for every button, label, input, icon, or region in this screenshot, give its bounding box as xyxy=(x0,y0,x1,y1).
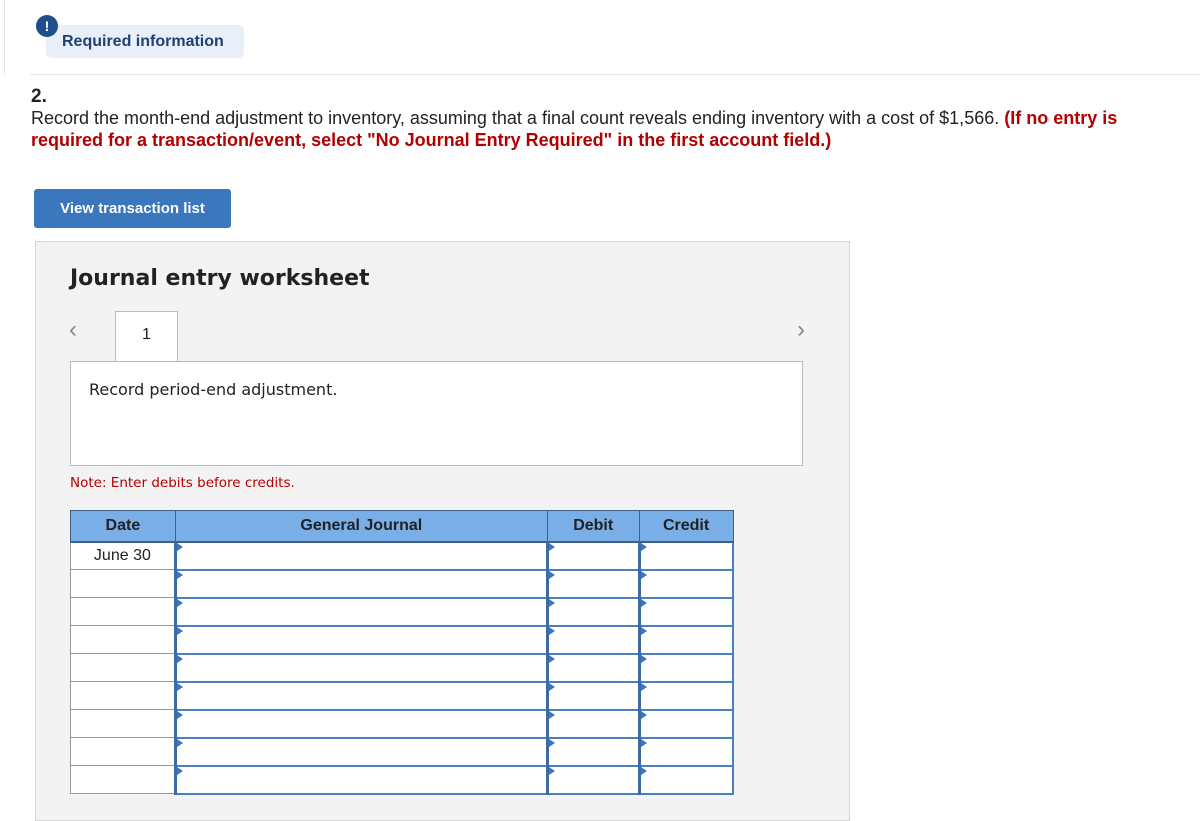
note-text: Note: Enter debits before credits. xyxy=(70,475,295,491)
table-row: June 30 xyxy=(70,540,734,571)
credit-input[interactable] xyxy=(637,764,734,795)
debit-input[interactable] xyxy=(545,568,641,599)
debit-input[interactable] xyxy=(545,540,641,571)
view-transaction-list-button[interactable]: View transaction list xyxy=(34,189,231,228)
date-cell: June 30 xyxy=(70,541,176,570)
account-input[interactable] xyxy=(173,568,549,599)
debit-input[interactable] xyxy=(545,596,641,627)
table-row xyxy=(70,624,734,655)
table-row xyxy=(70,680,734,711)
date-cell xyxy=(70,625,176,654)
credit-input[interactable] xyxy=(637,596,734,627)
debit-input[interactable] xyxy=(545,624,641,655)
column-header-general-journal: General Journal xyxy=(174,510,548,543)
column-header-debit: Debit xyxy=(546,510,640,543)
table-row xyxy=(70,652,734,683)
debit-input[interactable] xyxy=(545,708,641,739)
journal-entry-worksheet: Journal entry worksheet ‹ › 1 Record per… xyxy=(35,241,850,821)
date-cell xyxy=(70,681,176,710)
date-cell xyxy=(70,737,176,766)
account-input[interactable] xyxy=(173,736,549,767)
table-row xyxy=(70,596,734,627)
required-info-label: Required information xyxy=(46,25,244,58)
question-number: 2. xyxy=(31,86,47,107)
entry-description: Record period-end adjustment. xyxy=(70,361,803,466)
account-input[interactable] xyxy=(173,708,549,739)
table-row xyxy=(70,568,734,599)
account-input[interactable] xyxy=(173,652,549,683)
account-input[interactable] xyxy=(173,624,549,655)
credit-input[interactable] xyxy=(637,680,734,711)
account-input[interactable] xyxy=(173,596,549,627)
journal-table: Date General Journal Debit Credit June 3… xyxy=(70,510,734,795)
debit-input[interactable] xyxy=(545,764,641,795)
tab-entry-1[interactable]: 1 xyxy=(115,311,178,362)
left-divider xyxy=(0,0,5,75)
date-cell xyxy=(70,569,176,598)
worksheet-title: Journal entry worksheet xyxy=(70,266,370,291)
date-cell xyxy=(70,709,176,738)
question-body: Record the month-end adjustment to inven… xyxy=(31,108,1005,128)
question-text: Record the month-end adjustment to inven… xyxy=(31,107,1181,151)
credit-input[interactable] xyxy=(637,568,734,599)
table-row xyxy=(70,736,734,767)
date-cell xyxy=(70,765,176,794)
table-row xyxy=(70,708,734,739)
debit-input[interactable] xyxy=(545,736,641,767)
account-input[interactable] xyxy=(173,540,549,571)
debit-input[interactable] xyxy=(545,680,641,711)
date-cell xyxy=(70,597,176,626)
column-header-credit: Credit xyxy=(638,510,734,543)
account-input[interactable] xyxy=(173,764,549,795)
chevron-right-icon[interactable]: › xyxy=(797,316,805,344)
date-cell xyxy=(70,653,176,682)
credit-input[interactable] xyxy=(637,652,734,683)
credit-input[interactable] xyxy=(637,736,734,767)
debit-input[interactable] xyxy=(545,652,641,683)
credit-input[interactable] xyxy=(637,708,734,739)
account-input[interactable] xyxy=(173,680,549,711)
credit-input[interactable] xyxy=(637,624,734,655)
exclamation-icon: ! xyxy=(36,15,58,37)
column-header-date: Date xyxy=(70,510,176,543)
divider xyxy=(30,74,1200,75)
credit-input[interactable] xyxy=(637,540,734,571)
table-row xyxy=(70,764,734,795)
chevron-left-icon[interactable]: ‹ xyxy=(69,316,77,344)
